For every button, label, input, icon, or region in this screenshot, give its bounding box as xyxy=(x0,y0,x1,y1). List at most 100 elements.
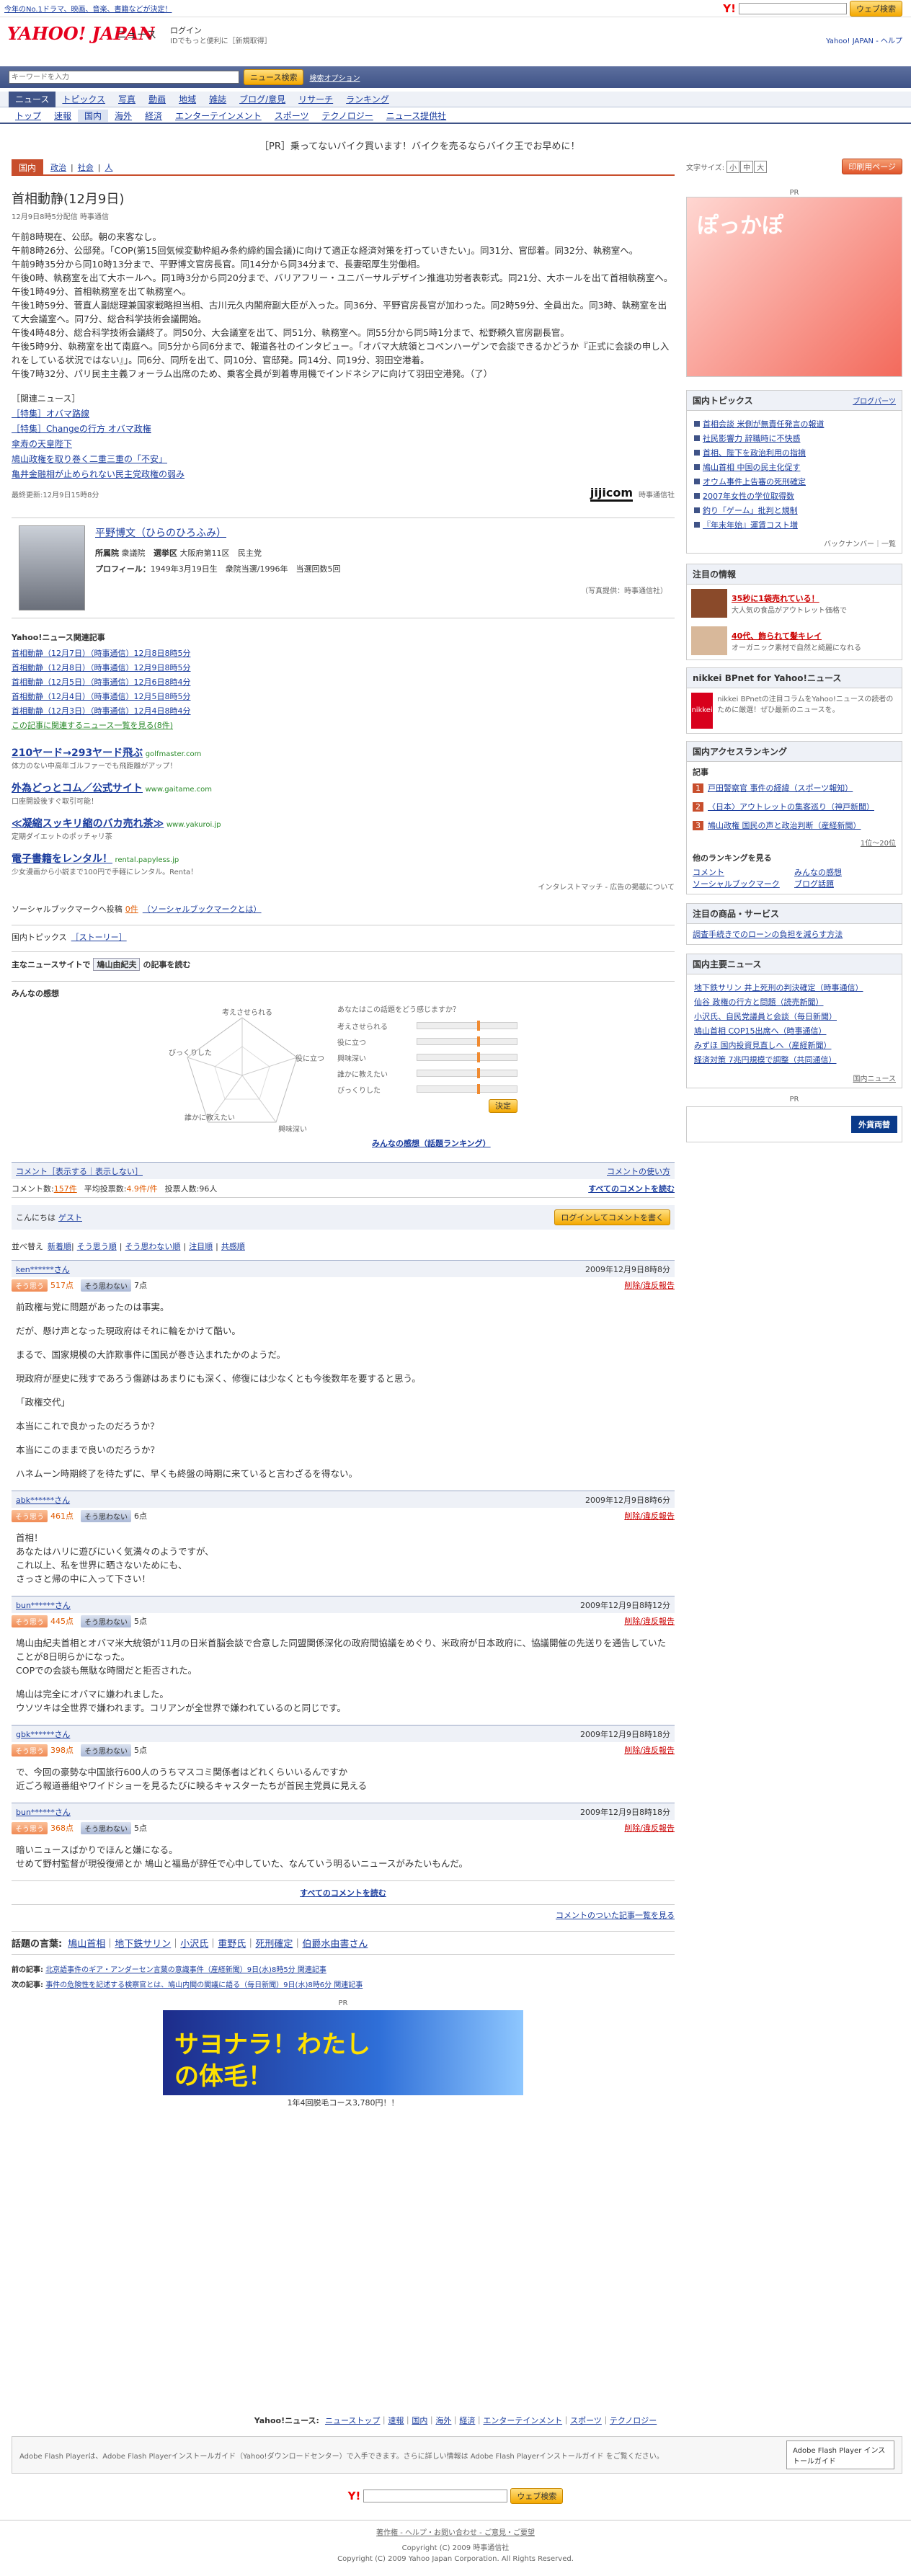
ranking-type-link[interactable]: ソーシャルブックマーク xyxy=(693,878,794,889)
nav-local[interactable]: 地域 xyxy=(172,93,203,105)
nav2-sports[interactable]: スポーツ xyxy=(268,110,316,122)
fontsize-small-button[interactable]: 小 xyxy=(726,160,740,173)
disagree-button[interactable]: そう思わない xyxy=(81,1615,131,1627)
main-news-link[interactable]: 地下鉄サリン 井上死刑の判決確定（時事通信） xyxy=(694,983,863,992)
topics-story-link[interactable]: ［ストーリー］ xyxy=(71,931,127,943)
shop-link[interactable]: 調査手続きでのローンの負担を減らす方法 xyxy=(693,930,843,939)
nav-magazine[interactable]: 雑誌 xyxy=(203,93,233,105)
tab-people[interactable]: 人 xyxy=(105,161,112,173)
side-topic-link[interactable]: 『年末年始』運賃コスト増 xyxy=(703,520,798,530)
read-all-comments-bottom[interactable]: すべてのコメントを読む xyxy=(300,1888,386,1898)
commented-articles-link[interactable]: コメントのついた記事一覧を見る xyxy=(556,1911,675,1920)
agree-button[interactable]: そう思う xyxy=(12,1744,48,1756)
sort-agree[interactable]: そう思う順 xyxy=(77,1240,117,1252)
ad-url[interactable]: www.gaitame.com xyxy=(146,786,213,794)
nav-ranking[interactable]: ランキング xyxy=(339,93,396,105)
ranking-type-link[interactable]: みんなの感想 xyxy=(794,866,896,878)
main-news-link[interactable]: みずほ 国内投資見直しへ（産経新聞） xyxy=(694,1041,832,1050)
nav-video[interactable]: 動画 xyxy=(142,93,172,105)
main-news-link[interactable]: 鳩山首相 COP15出席へ（時事通信） xyxy=(694,1026,826,1036)
tab-domestic[interactable]: 国内 xyxy=(12,159,44,176)
ranking-type-link[interactable]: ブログ話題 xyxy=(794,878,896,889)
slider-track[interactable] xyxy=(417,1084,517,1094)
flash-install-badge[interactable]: Adobe Flash Player インストールガイド xyxy=(786,2440,894,2469)
pr-banner-link[interactable]: ［PR］乗ってないバイク買います！バイクを売るならバイク王でお早めに！ xyxy=(259,138,579,152)
main-site-keyword[interactable]: 鳩山由紀夫 xyxy=(93,958,141,971)
social-help-link[interactable]: （ソーシャルブックマークとは） xyxy=(143,903,262,915)
disagree-button[interactable]: そう思わない xyxy=(81,1744,131,1756)
nav2-flash[interactable]: 速報 xyxy=(48,110,78,122)
related-news-link[interactable]: ［特集］Changeの行方 オバマ政権 xyxy=(12,424,151,434)
bottom-ad-banner[interactable]: サヨナラ！わたしの体毛！ 1年4回脱毛コース3,780円！！ xyxy=(163,2010,523,2111)
top-search-button[interactable]: ウェブ検索 xyxy=(850,0,902,17)
sort-sympathy[interactable]: 共感順 xyxy=(221,1240,245,1252)
agree-button[interactable]: そう思う xyxy=(12,1509,48,1522)
attention-title[interactable]: 35秒に1袋売れている！ xyxy=(732,592,847,604)
nav2-domestic[interactable]: 国内 xyxy=(78,109,109,122)
footer-nav-link[interactable]: 速報 xyxy=(388,2415,404,2426)
footer-nav-link[interactable]: 海外 xyxy=(435,2415,451,2426)
comment-user[interactable]: bun******さん xyxy=(16,1806,71,1818)
related-article-link[interactable]: 首相動静（12月5日）（時事通信）12月6日8時4分 xyxy=(12,678,191,687)
ad-title[interactable]: 外為どっとコム／公式サイト xyxy=(12,783,143,794)
ad-title[interactable]: 電子書籍をレンタル！ xyxy=(12,853,112,865)
tab-society[interactable]: 社会 xyxy=(78,161,94,173)
related-news-link[interactable]: ［特集］オバマ路線 xyxy=(12,409,89,419)
header-right-links[interactable]: Yahoo! JAPAN - ヘルプ xyxy=(826,35,902,45)
disagree-button[interactable]: そう思わない xyxy=(81,1509,131,1522)
nav-news[interactable]: ニュース xyxy=(9,91,56,107)
profile-name[interactable]: 平野博文（ひらのひろふみ） xyxy=(95,525,667,540)
blog-parts-link[interactable]: ブログパーツ xyxy=(853,395,896,406)
fontsize-medium-button[interactable]: 中 xyxy=(740,160,754,173)
ad-url[interactable]: golfmaster.com xyxy=(146,750,202,758)
ranking-more-link[interactable]: 1位〜20位 xyxy=(693,837,896,848)
nikkei-logo[interactable]: nikkei xyxy=(691,693,714,729)
minna-ranking-link[interactable]: みんなの感想（話題ランキング） xyxy=(372,1137,491,1149)
print-button[interactable]: 印刷用ページ xyxy=(842,159,902,174)
slider-track[interactable] xyxy=(417,1036,517,1047)
related-more-link[interactable]: この記事に関連するニュース一覧を見る(8件) xyxy=(12,719,675,731)
side-bottom-banner[interactable]: 外貨両替 xyxy=(686,1106,902,1142)
side-topic-link[interactable]: オウム事件上告審の死刑確定 xyxy=(703,477,806,487)
ads-footer[interactable]: インタレストマッチ - 広告の掲載について xyxy=(12,881,675,892)
side-topic-link[interactable]: 鳩山首相 中国の民主化促す xyxy=(703,463,801,472)
ranking-type-link[interactable]: コメント xyxy=(693,866,794,878)
ad-title[interactable]: ≪凝縮スッキリ縮のバカ売れ茶≫ xyxy=(12,818,164,830)
attention-thumb[interactable] xyxy=(691,626,727,655)
top-search-input[interactable] xyxy=(739,2,847,14)
report-link[interactable]: 削除/違反報告 xyxy=(624,1279,675,1291)
agree-button[interactable]: そう思う xyxy=(12,1279,48,1292)
slider-track[interactable] xyxy=(417,1068,517,1078)
agree-button[interactable]: そう思う xyxy=(12,1821,48,1834)
agree-button[interactable]: そう思う xyxy=(12,1615,48,1627)
login-to-comment-button[interactable]: ログインしてコメントを書く xyxy=(554,1209,670,1225)
report-link[interactable]: 削除/違反報告 xyxy=(624,1510,675,1522)
slider-track[interactable] xyxy=(417,1052,517,1062)
nav2-entertainment[interactable]: エンターテインメント xyxy=(169,110,268,122)
footer-nav-link[interactable]: エンターテインメント xyxy=(483,2415,562,2426)
disagree-button[interactable]: そう思わない xyxy=(81,1821,131,1834)
ranking-link[interactable]: 戸田警察官 事件の経緯（スポーツ報知） xyxy=(708,782,853,794)
side-topic-link[interactable]: 首相、陛下を政治利用の指摘 xyxy=(703,448,806,458)
side-topics-more[interactable]: バックナンバー｜一覧 xyxy=(687,538,902,553)
nav-topics[interactable]: トピックス xyxy=(55,93,112,105)
ranking-link[interactable]: 〈日本〉アウトレットの集客巡り（神戸新聞） xyxy=(708,801,874,812)
sort-newest[interactable]: 新着順 xyxy=(48,1240,71,1252)
footer-search-input[interactable] xyxy=(363,2490,508,2502)
nav2-world[interactable]: 海外 xyxy=(108,110,138,122)
next-article-link[interactable]: 事件の危険性を記述する検察官とは、鳩山内閣の閣議に語る（毎日新聞）9日(水)8時… xyxy=(45,1981,363,1989)
guest-name[interactable]: ゲスト xyxy=(58,1212,82,1223)
top-promo-link[interactable]: 今年のNo.1ドラマ、映画、音楽、書籍などが決定！ xyxy=(4,3,172,14)
keyword-link[interactable]: 地下鉄サリン xyxy=(115,1936,171,1950)
footer-nav-link[interactable]: 国内 xyxy=(412,2415,427,2426)
attention-title[interactable]: 40代、飾られて髪キレイ xyxy=(732,630,861,641)
nav-blog[interactable]: ブログ/意見 xyxy=(233,93,292,105)
nav2-economy[interactable]: 経済 xyxy=(138,110,169,122)
ad-url[interactable]: www.yakuroi.jp xyxy=(166,821,221,829)
footer-search-button[interactable]: ウェブ検索 xyxy=(510,2488,564,2504)
related-article-link[interactable]: 首相動静（12月3日）（時事通信）12月4日8時4分 xyxy=(12,706,191,716)
related-news-link[interactable]: 亀井金融相が止められない民主党政権の弱み xyxy=(12,469,185,479)
related-news-link[interactable]: 鳩山政権を取り巻く二重三重の「不安」 xyxy=(12,454,167,464)
main-news-link[interactable]: 仙谷 政権の行方と問題（読売新聞） xyxy=(694,998,824,1007)
related-article-link[interactable]: 首相動静（12月4日）（時事通信）12月5日8時5分 xyxy=(12,692,191,701)
